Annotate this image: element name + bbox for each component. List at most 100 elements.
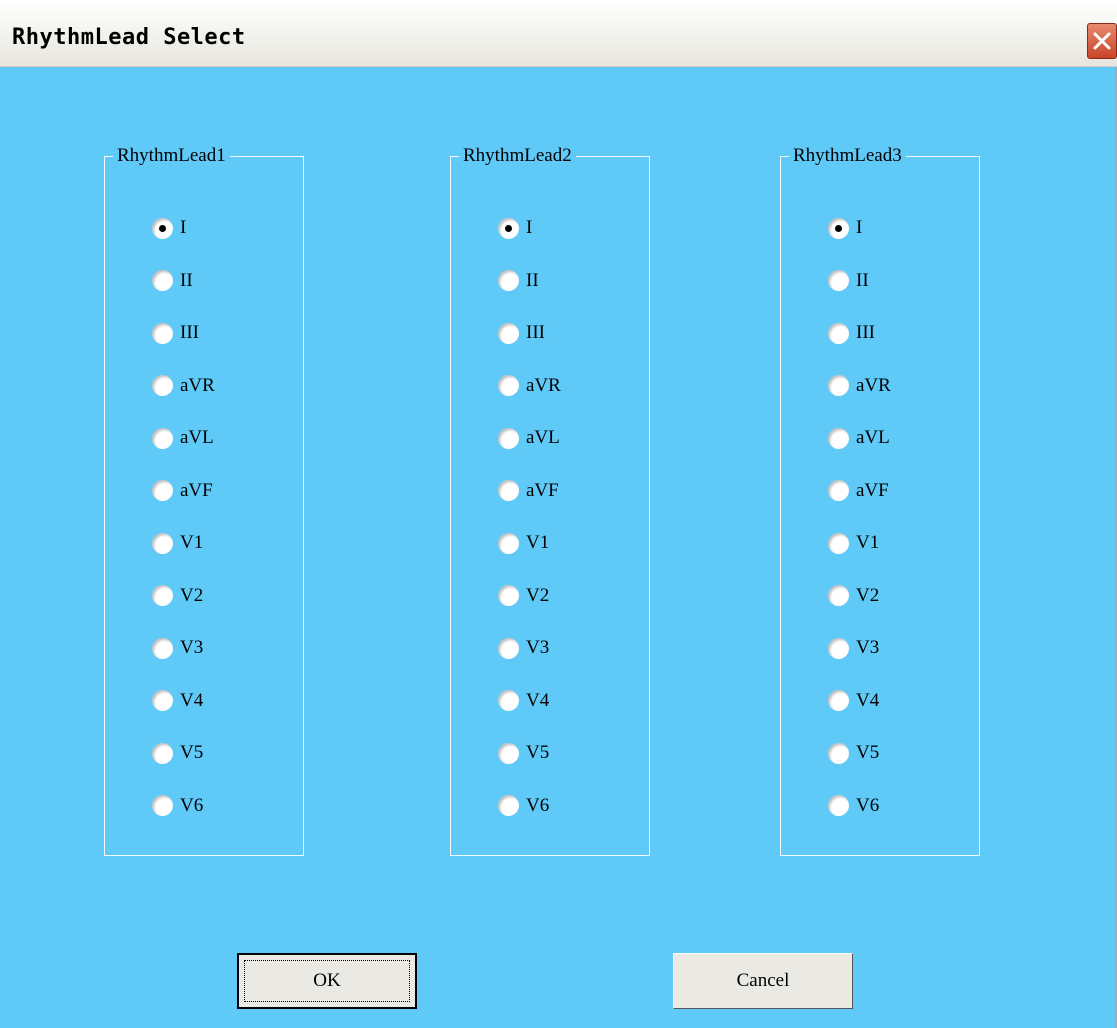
radio-label: V5 [180, 742, 204, 763]
radio-button[interactable] [152, 585, 173, 606]
radio-button[interactable] [152, 217, 173, 239]
radio-button[interactable] [152, 322, 173, 344]
radio-option-v3[interactable]: V3 [498, 634, 549, 662]
radio-option-v4[interactable]: V4 [828, 687, 879, 715]
rhythmlead3-group: RhythmLead3 I II III aVR aVL aVF V1 V2 V3 V4 V5 V6 [780, 144, 980, 856]
radio-option-ii[interactable]: II [498, 267, 539, 295]
radio-button[interactable] [498, 585, 519, 606]
radio-button[interactable] [828, 795, 849, 816]
close-button[interactable] [1087, 23, 1117, 59]
radio-option-v3[interactable]: V3 [828, 634, 879, 662]
radio-button[interactable] [828, 690, 849, 711]
radio-option-v1[interactable]: V1 [828, 529, 879, 557]
radio-label: V1 [180, 532, 204, 553]
radio-option-i[interactable]: I [498, 214, 532, 242]
title-bar[interactable]: RhythmLead Select [0, 0, 1117, 67]
radio-option-avr[interactable]: aVR [828, 372, 891, 400]
radio-option-avr[interactable]: aVR [498, 372, 561, 400]
radio-button[interactable] [498, 742, 519, 764]
radio-option-avl[interactable]: aVL [828, 424, 890, 452]
radio-label: V4 [526, 689, 550, 711]
radio-label: III [526, 322, 545, 343]
radio-label: V2 [526, 584, 550, 606]
radio-button[interactable] [152, 637, 173, 659]
radio-option-v1[interactable]: V1 [498, 529, 549, 557]
radio-button[interactable] [152, 427, 173, 449]
radio-button[interactable] [152, 690, 173, 711]
radio-option-avf[interactable]: aVF [152, 477, 213, 505]
radio-label: aVF [526, 479, 559, 501]
radio-button[interactable] [498, 532, 519, 554]
radio-label: V3 [180, 637, 204, 658]
radio-option-i[interactable]: I [152, 214, 186, 242]
radio-button[interactable] [828, 742, 849, 764]
radio-button[interactable] [152, 742, 173, 764]
radio-option-v6[interactable]: V6 [152, 792, 203, 820]
radio-button[interactable] [828, 270, 849, 291]
radio-option-v6[interactable]: V6 [498, 792, 549, 820]
radio-button[interactable] [828, 532, 849, 554]
radio-option-v6[interactable]: V6 [828, 792, 879, 820]
radio-button[interactable] [828, 217, 849, 239]
radio-button[interactable] [828, 637, 849, 659]
radio-button[interactable] [498, 690, 519, 711]
radio-button[interactable] [152, 375, 173, 396]
radio-option-v2[interactable]: V2 [498, 582, 549, 610]
radio-option-avr[interactable]: aVR [152, 372, 215, 400]
radio-label: V1 [526, 532, 550, 553]
radio-label: I [180, 217, 187, 238]
radio-button[interactable] [828, 427, 849, 449]
close-icon [1093, 32, 1111, 50]
radio-option-iii[interactable]: III [152, 319, 199, 347]
window-title: RhythmLead Select [12, 25, 246, 50]
radio-label: V3 [856, 637, 880, 658]
radio-label: V5 [526, 742, 550, 763]
radio-button[interactable] [498, 795, 519, 816]
radio-option-v3[interactable]: V3 [152, 634, 203, 662]
radio-option-v2[interactable]: V2 [828, 582, 879, 610]
radio-button[interactable] [498, 480, 519, 501]
radio-button[interactable] [828, 322, 849, 344]
radio-button[interactable] [152, 270, 173, 291]
radio-button[interactable] [498, 217, 519, 239]
radio-option-v4[interactable]: V4 [152, 687, 203, 715]
radio-button[interactable] [828, 585, 849, 606]
radio-option-iii[interactable]: III [498, 319, 545, 347]
radio-button[interactable] [152, 532, 173, 554]
radio-label: II [180, 269, 193, 291]
radio-button[interactable] [828, 480, 849, 501]
focus-rect [244, 960, 410, 1002]
radio-button[interactable] [498, 375, 519, 396]
radio-label: V1 [856, 532, 880, 553]
radio-button[interactable] [828, 375, 849, 396]
radio-option-i[interactable]: I [828, 214, 862, 242]
group-title: RhythmLead1 [113, 144, 230, 168]
radio-button[interactable] [152, 795, 173, 816]
radio-option-ii[interactable]: II [828, 267, 869, 295]
ok-button[interactable]: OK [237, 953, 417, 1009]
radio-button[interactable] [498, 270, 519, 291]
radio-label: aVL [180, 427, 214, 448]
radio-label: II [856, 269, 869, 291]
radio-option-ii[interactable]: II [152, 267, 193, 295]
radio-option-avl[interactable]: aVL [498, 424, 560, 452]
radio-label: aVR [180, 374, 215, 396]
radio-option-v5[interactable]: V5 [498, 739, 549, 767]
radio-option-v2[interactable]: V2 [152, 582, 203, 610]
radio-option-v5[interactable]: V5 [152, 739, 203, 767]
radio-button[interactable] [498, 637, 519, 659]
radio-label: III [856, 322, 875, 343]
radio-button[interactable] [498, 322, 519, 344]
cancel-button[interactable]: Cancel [673, 953, 853, 1009]
radio-button[interactable] [152, 480, 173, 501]
radio-option-avl[interactable]: aVL [152, 424, 214, 452]
radio-option-avf[interactable]: aVF [498, 477, 559, 505]
radio-option-avf[interactable]: aVF [828, 477, 889, 505]
radio-label: V4 [856, 689, 880, 711]
radio-button[interactable] [498, 427, 519, 449]
radio-option-iii[interactable]: III [828, 319, 875, 347]
radio-option-v4[interactable]: V4 [498, 687, 549, 715]
radio-option-v1[interactable]: V1 [152, 529, 203, 557]
radio-option-v5[interactable]: V5 [828, 739, 879, 767]
radio-label: I [526, 217, 533, 238]
